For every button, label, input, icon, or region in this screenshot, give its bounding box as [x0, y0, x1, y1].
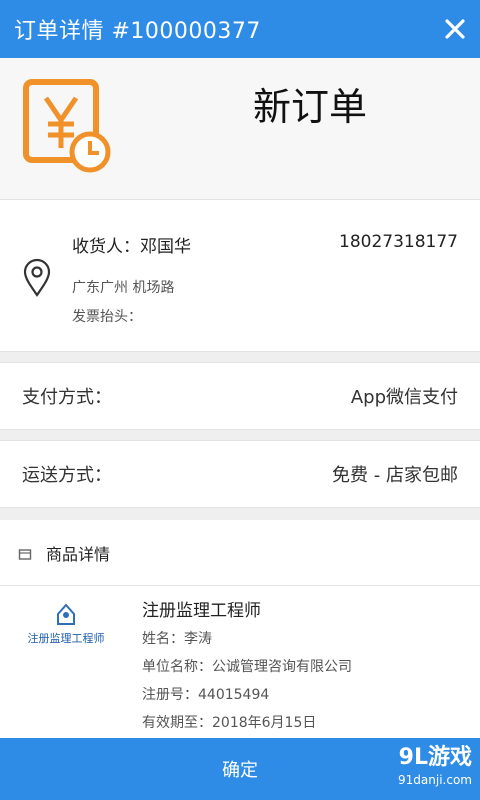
goods-details-label: 商品详情 — [46, 544, 111, 564]
product-thumbnail: 注册监理工程师 — [14, 600, 118, 652]
product-detail-company: 单位名称：公诚管理咨询有限公司 — [142, 659, 352, 675]
receiver-phone[interactable]: 18027318177 — [339, 232, 458, 252]
product-title: 注册监理工程师 — [142, 601, 261, 621]
location-pin-icon — [22, 258, 52, 298]
shipping-method-label: 运送方式： — [22, 465, 112, 486]
payment-method-row: 支付方式： App微信支付 — [0, 362, 480, 430]
product-detail-expiry: 有效期至：2018年6月15日 — [142, 715, 317, 731]
receiver-name: 收货人：邓国华 — [72, 237, 191, 257]
payment-method-value: App微信支付 — [350, 387, 458, 408]
order-status-card: 新订单 — [0, 58, 480, 200]
yen-clock-icon — [22, 78, 114, 174]
goods-item[interactable]: 注册监理工程师 注册监理工程师 姓名：李涛 单位名称：公诚管理咨询有限公司 注册… — [0, 586, 480, 738]
watermark-brand: 9L游戏 — [398, 745, 472, 770]
watermark-logo: 9L游戏 91danji.com — [336, 744, 472, 794]
receiver-address: 广东广州 机场路 — [72, 280, 175, 296]
product-detail-name: 姓名：李涛 — [142, 631, 212, 647]
payment-method-label: 支付方式： — [22, 387, 112, 408]
product-detail-reg-number: 注册号：44015494 — [142, 687, 270, 703]
cart-icon — [18, 546, 32, 560]
watermark-domain: 91danji.com — [398, 773, 472, 787]
order-status-label: 新订单 — [252, 85, 367, 129]
title-bar: 订单详情 #100000377 — [0, 0, 480, 58]
shipping-method-row: 运送方式： 免费 - 店家包邮 — [0, 440, 480, 508]
goods-details-header: 商品详情 — [0, 520, 480, 586]
receiver-section: 收货人：邓国华 18027318177 广东广州 机场路 发票抬头： — [0, 200, 480, 352]
product-thumbnail-text: 注册监理工程师 — [27, 632, 105, 645]
close-icon[interactable] — [440, 14, 470, 44]
page-title: 订单详情 #100000377 — [14, 19, 261, 44]
shipping-method-value: 免费 - 店家包邮 — [332, 465, 458, 486]
invoice-title: 发票抬头： — [72, 309, 142, 325]
